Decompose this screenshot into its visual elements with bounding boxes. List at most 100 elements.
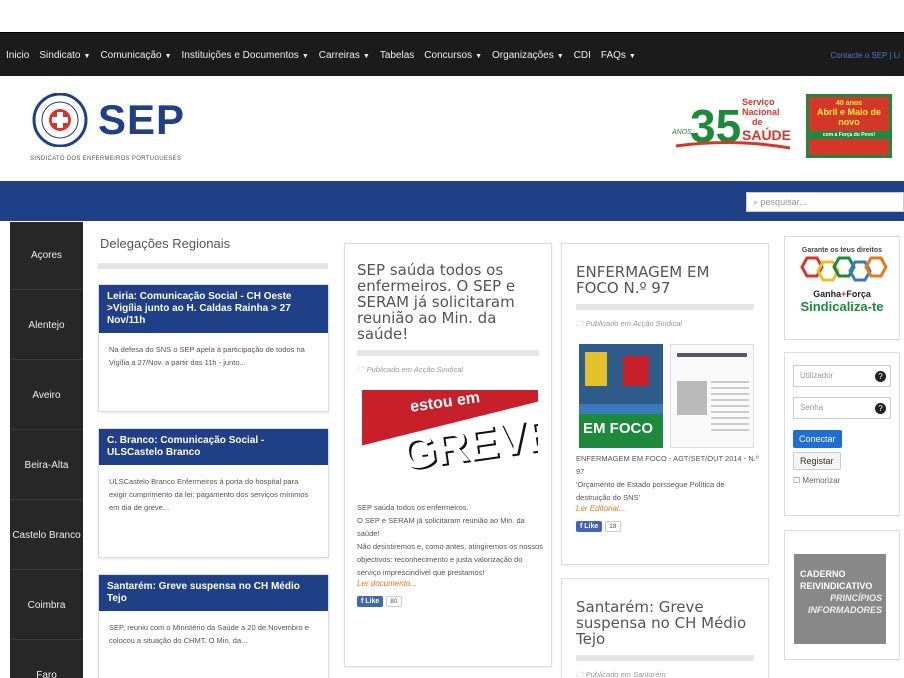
like-button[interactable]: f Like	[576, 521, 603, 532]
nav-item-instituicoes[interactable]: Instituições e Documentos ▼	[182, 50, 309, 61]
post-title[interactable]: SEP saúda todos os enfermeiros. O SEP e …	[357, 262, 539, 342]
caret-down-icon: ▼	[556, 52, 564, 60]
caret-down-icon: ▼	[301, 52, 309, 60]
delegacao-card-text: ULSCastelo Branco Enfermeiros à porta do…	[109, 477, 309, 512]
like-label: Like	[584, 523, 599, 530]
banner40-line-b: Abril e Maio de novo	[816, 107, 881, 127]
greve-image[interactable]: estou em GREVE	[362, 390, 538, 496]
post-category[interactable]: 🗀 Publicado em Acção Sindical	[576, 318, 754, 331]
help-icon[interactable]: ?	[875, 371, 886, 382]
facebook-like[interactable]: f Like 18	[576, 521, 621, 532]
svg-text:Nacional: Nacional	[742, 107, 780, 117]
banner40-line-c: com a Força do Povo!	[809, 131, 889, 139]
nav-item-comunicacao[interactable]: Comunicação ▼	[100, 50, 171, 61]
sns-35-anos-banner[interactable]: ANOS 35 Serviço Nacional de SAÚDE	[672, 94, 796, 154]
image-word: em	[455, 390, 482, 410]
folder-icon: 🗀	[576, 670, 586, 678]
logo-subtitle: SINDICATO DOS ENFERMEIROS PORTUGUESES	[30, 156, 182, 162]
promo-word: Força	[846, 289, 871, 299]
facebook-like[interactable]: f Like 80	[357, 596, 402, 607]
read-more-link[interactable]: Ler Editorial...	[576, 504, 760, 513]
sep-seal-logo[interactable]	[26, 93, 94, 147]
delegacao-card[interactable]: Santarém: Greve suspensa no CH Médio Tej…	[98, 574, 329, 678]
sidebar-item-faro[interactable]: Faro	[10, 642, 83, 678]
checkbox-icon[interactable]: ☐	[793, 476, 800, 485]
nav-item-cdi[interactable]: CDI	[574, 50, 591, 61]
post-category-label: Publicado em Santarém	[585, 670, 666, 678]
divider	[98, 263, 328, 269]
divider	[357, 350, 539, 356]
logo-text[interactable]: SEP	[98, 96, 185, 144]
site-header: SEP SINDICATO DOS ENFERMEIROS PORTUGUESE…	[0, 76, 904, 180]
nav-item-sindicato[interactable]: Sindicato ▼	[39, 50, 90, 61]
cover-title: EM FOCO	[579, 414, 663, 448]
page-header-line	[677, 353, 747, 357]
sindicaliza-promo[interactable]: Garante os teus direitos Ganha+Força Sin…	[784, 236, 900, 340]
delegacao-card[interactable]: C. Branco: Comunicação Social - ULSCaste…	[98, 428, 329, 558]
caderno-line: REIVINDICATIVO	[800, 581, 873, 591]
page-photo	[677, 381, 707, 415]
nav-item-organizacoes[interactable]: Organizações ▼	[492, 50, 564, 61]
login-form: Utilizador? Senha? Conectar Registar ☐ M…	[784, 352, 900, 516]
post-text: Não desistiremos e, como antes, atingire…	[357, 542, 543, 577]
delegacao-card[interactable]: Leiria: Comunicação Social - CH Oeste >V…	[98, 284, 329, 412]
sidebar-item-coimbra[interactable]: Coimbra	[10, 572, 83, 640]
image-text-estou: estou em	[409, 390, 481, 417]
sidebar-item-acores[interactable]: Açores	[10, 222, 83, 290]
nav-item-concursos[interactable]: Concursos ▼	[424, 50, 482, 61]
promo-text-a: Garante os teus direitos	[801, 247, 883, 254]
post-category-label: Publicado em Acção Sindical	[585, 319, 683, 328]
post-text: 'Orçamento de Estado porssegue Política …	[576, 480, 725, 502]
nav-item-inicio[interactable]: Inicio	[6, 50, 29, 61]
delegacao-card-title[interactable]: Santarém: Greve suspensa no CH Médio Tej…	[99, 575, 328, 611]
like-count: 80	[386, 596, 402, 607]
page: { "nav": { "items": ["Inicio","Sindicato…	[0, 0, 904, 678]
caderno-reivindicativo-banner[interactable]: CADERNO REIVINDICATIVO PRINCÍPIOS INFORM…	[794, 554, 886, 644]
post-title[interactable]: ENFERMAGEM EM FOCO N.º 97	[576, 264, 754, 296]
read-more-link[interactable]: Ler documento...	[357, 579, 543, 588]
magazine-page-image[interactable]	[670, 344, 754, 448]
like-button[interactable]: f Like	[357, 596, 384, 607]
username-input[interactable]: Utilizador?	[793, 365, 891, 387]
region-sidebar: Açores Alentejo Aveiro Beira-Alta Castel…	[10, 222, 83, 678]
like-count: 18	[605, 521, 621, 532]
folder-icon: 🗀	[576, 319, 586, 328]
password-input[interactable]: Senha?	[793, 397, 891, 419]
nav-item-faqs[interactable]: FAQs ▼	[601, 50, 636, 61]
register-button[interactable]: Registar	[793, 452, 841, 470]
remember-checkbox[interactable]: ☐ Memorizar	[793, 476, 891, 485]
contact-link[interactable]: Contacte o SEP | Li	[830, 33, 900, 77]
nav-item-tabelas[interactable]: Tabelas	[380, 50, 414, 61]
password-placeholder: Senha	[800, 403, 824, 412]
post-title[interactable]: Santarém: Greve suspensa no CH Médio Tej…	[576, 599, 754, 647]
nav-item-carreiras[interactable]: Carreiras ▼	[319, 50, 370, 61]
sidebar-item-alentejo[interactable]: Alentejo	[10, 292, 83, 360]
sidebar-item-castelo-branco[interactable]: Castelo Branco	[10, 502, 83, 570]
promo-word: Ganha	[813, 289, 842, 299]
post-card: ENFERMAGEM EM FOCO N.º 97 🗀 Publicado em…	[561, 243, 769, 565]
caderno-line: INFORMADORES	[808, 605, 882, 615]
caret-down-icon: ▼	[628, 52, 636, 60]
folder-icon: 🗀	[357, 365, 367, 374]
search-input[interactable]: ⌕ pesquisar...	[746, 192, 904, 212]
sidebar-item-aveiro[interactable]: Aveiro	[10, 362, 83, 430]
post-category[interactable]: 🗀 Publicado em Santarém	[576, 669, 754, 678]
login-button[interactable]: Conectar	[793, 430, 842, 448]
magazine-cover-image[interactable]: EM FOCO	[579, 344, 663, 448]
nav-label: Carreiras	[318, 49, 360, 61]
abril-maio-banner[interactable]: 40 anos Abril e Maio de novo com a Força…	[806, 94, 892, 158]
delegacao-card-title[interactable]: C. Branco: Comunicação Social - ULSCaste…	[99, 429, 328, 465]
help-icon[interactable]: ?	[875, 403, 886, 414]
delegacao-card-text: SEP, reuniu com o Ministério da Saúde a …	[109, 623, 309, 645]
delegacoes-column: Delegações Regionais Leiria: Comunicação…	[88, 226, 338, 678]
post-text: ENFERMAGEM EM FOCO - AGT/SET/OUT 2014 - …	[576, 454, 759, 476]
remember-label: Memorizar	[802, 476, 841, 485]
delegacao-card-title[interactable]: Leiria: Comunicação Social - CH Oeste >V…	[99, 285, 328, 333]
cover-flag	[585, 352, 607, 386]
username-placeholder: Utilizador	[800, 371, 834, 380]
nav-menu: Inicio Sindicato ▼ Comunicação ▼ Instituiç…	[6, 33, 646, 77]
caret-down-icon: ▼	[475, 52, 483, 60]
post-category[interactable]: 🗀 Publicado em Acção Sindical	[357, 364, 539, 377]
sidebar-item-beira-alta[interactable]: Beira-Alta	[10, 432, 83, 500]
image-word: estou	[409, 393, 454, 416]
